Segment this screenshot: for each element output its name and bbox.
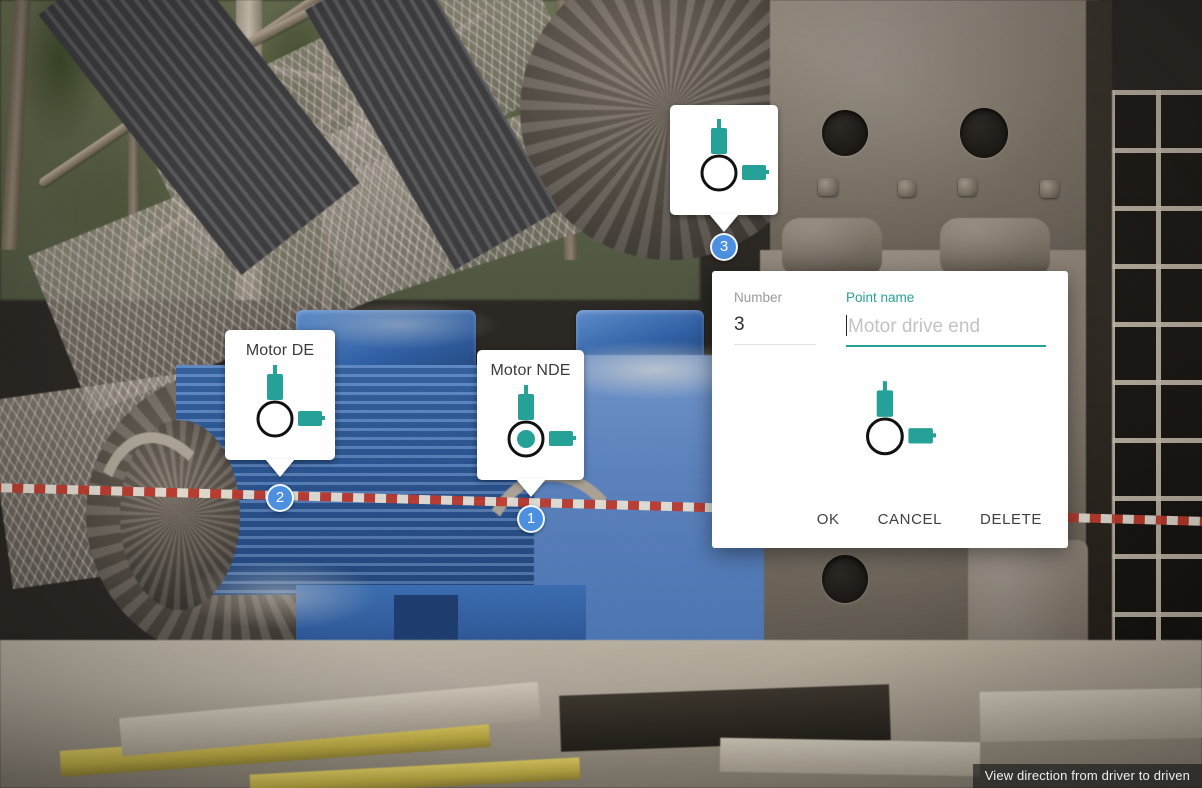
sensor-icon[interactable]: [844, 381, 944, 459]
measurement-point-card-motor-nde[interactable]: Motor NDE: [477, 350, 584, 497]
number-field-underline: [734, 343, 816, 345]
point-name-field-label: Point name: [846, 290, 915, 305]
reinforcement-grid: [1110, 90, 1202, 650]
view-direction-caption: View direction from driver to driven: [972, 764, 1202, 788]
point-name-input[interactable]: Motor drive end: [846, 305, 1046, 336]
text-caret: [846, 314, 847, 336]
point-name-field-group[interactable]: Point name Motor drive end: [846, 291, 1046, 347]
measurement-point-card-motor-de[interactable]: Motor DE: [225, 330, 335, 477]
ok-button[interactable]: OK: [813, 505, 844, 534]
steel-plate: [979, 688, 1202, 742]
shadow-gap: [1086, 0, 1112, 680]
dialog-action-bar: OK CANCEL DELETE: [712, 505, 1046, 534]
housing-bolt: [1040, 180, 1059, 198]
number-field-value: 3: [734, 313, 745, 335]
dialog-sensor-preview[interactable]: [712, 381, 1068, 464]
app-screen: Motor DE 2 Motor NDE 1 3 Number 3 Point …: [0, 0, 1202, 788]
measurement-point-title: Motor NDE: [490, 362, 571, 379]
sensor-icon: [700, 119, 776, 192]
point-name-field-underline: [846, 344, 1046, 347]
housing-hole: [822, 110, 868, 156]
card-pointer-tail: [265, 459, 295, 477]
dialog-fields: Number 3 Point name Motor drive end: [734, 291, 1046, 347]
housing-hole: [960, 108, 1008, 158]
card-pointer-tail: [515, 479, 546, 497]
edit-point-dialog: Number 3 Point name Motor drive end OK C…: [712, 271, 1068, 548]
steel-plate: [719, 737, 981, 777]
delete-button[interactable]: DELETE: [976, 505, 1046, 534]
sensor-icon: [507, 385, 583, 458]
point-name-placeholder: Motor drive end: [848, 315, 981, 337]
measurement-point-title: Motor DE: [245, 342, 315, 359]
housing-bolt: [958, 178, 977, 196]
card-pointer-tail: [709, 214, 739, 232]
measurement-point-badge-3[interactable]: 3: [710, 233, 738, 261]
motor-foot: [394, 595, 458, 641]
housing-lug: [940, 218, 1050, 278]
number-field-label: Number: [734, 290, 783, 305]
housing-bolt: [898, 180, 916, 197]
measurement-point-badge-1[interactable]: 1: [517, 505, 545, 533]
sensor-icon: [256, 365, 332, 438]
housing-lug: [782, 218, 882, 278]
axial-sensor-dot: [516, 430, 535, 448]
measurement-point-card-selected[interactable]: [670, 105, 778, 232]
number-field-group: Number 3: [734, 291, 816, 345]
cancel-button[interactable]: CANCEL: [874, 505, 946, 534]
housing-hole: [822, 555, 868, 603]
housing-bolt: [818, 178, 838, 196]
measurement-point-badge-2[interactable]: 2: [266, 484, 294, 512]
